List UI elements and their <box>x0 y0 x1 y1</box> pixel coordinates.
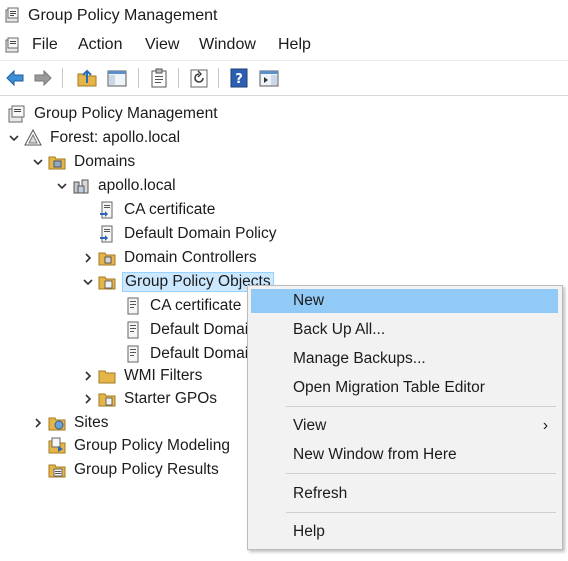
tree-label-gpo: CA certificate <box>150 297 242 314</box>
chevron-right-icon[interactable] <box>32 415 44 431</box>
wmi-filters-folder-icon <box>98 370 116 384</box>
tree-label-wmi-filters: WMI Filters <box>124 367 203 384</box>
menu-file[interactable]: File <box>32 36 58 54</box>
show-hide-console-tree-icon[interactable] <box>106 67 128 89</box>
tree-label-domains: Domains <box>74 153 136 170</box>
menu-action[interactable]: Action <box>78 36 122 54</box>
context-menu-separator <box>286 406 556 407</box>
context-menu-item-back-up-all[interactable]: Back Up All... <box>251 318 558 342</box>
toolbar-separator <box>62 68 63 88</box>
tree-label-root: Group Policy Management <box>34 105 218 122</box>
context-menu-label: Refresh <box>293 485 348 502</box>
gp-modeling-icon <box>48 437 66 454</box>
context-menu-item-view[interactable]: View › <box>251 414 558 438</box>
context-menu-label: Open Migration Table Editor <box>293 379 485 396</box>
toolbar-separator <box>178 68 179 88</box>
forward-icon[interactable] <box>32 67 54 89</box>
menu-view[interactable]: View <box>145 36 179 54</box>
tree-label-gp-results: Group Policy Results <box>74 461 219 478</box>
submenu-arrow-icon: › <box>542 417 548 434</box>
tree-label-starter-gpos: Starter GPOs <box>124 390 218 407</box>
gpo-link-icon <box>100 225 113 243</box>
chevron-down-icon[interactable] <box>56 178 68 194</box>
chevron-down-icon[interactable] <box>32 154 44 170</box>
context-menu-separator <box>286 473 556 474</box>
up-folder-icon[interactable] <box>76 67 98 89</box>
context-menu-item-help[interactable]: Help <box>251 520 558 544</box>
tree-label-forest: Forest: apollo.local <box>50 129 181 146</box>
back-icon[interactable] <box>4 67 26 89</box>
tree-label-gpo-link: Default Domain Policy <box>124 225 277 242</box>
action-pane-icon[interactable] <box>258 67 280 89</box>
chevron-right-icon[interactable] <box>82 250 94 266</box>
chevron-right-icon[interactable] <box>82 368 94 384</box>
gpo-icon <box>127 345 139 363</box>
menu-help[interactable]: Help <box>278 36 311 54</box>
properties-icon[interactable] <box>148 67 170 89</box>
help-icon[interactable]: ? <box>228 67 250 89</box>
svg-text:?: ? <box>235 72 243 87</box>
toolbar-separator <box>138 68 139 88</box>
chevron-down-icon[interactable] <box>82 274 94 290</box>
domains-folder-icon <box>48 156 66 170</box>
ou-folder-icon <box>98 252 116 266</box>
gpmc-app-icon <box>5 7 19 23</box>
gp-results-icon <box>48 464 66 478</box>
title-bar: Group Policy Management <box>0 0 568 32</box>
domain-icon <box>73 179 89 194</box>
tree-label-domain: apollo.local <box>98 177 176 194</box>
context-menu-label: Back Up All... <box>293 321 386 338</box>
tree-label-domain-controllers: Domain Controllers <box>124 249 257 266</box>
menu-bar: File Action View Window Help <box>0 32 568 58</box>
starter-gpos-folder-icon <box>98 393 116 407</box>
context-menu-item-manage-backups[interactable]: Manage Backups... <box>251 347 558 371</box>
context-menu-label: New <box>293 292 325 309</box>
forest-icon <box>24 129 42 146</box>
system-menu-icon[interactable] <box>5 37 21 53</box>
tree-label-gpo-link: CA certificate <box>124 201 216 218</box>
tree-label-gp-modeling: Group Policy Modeling <box>74 437 230 454</box>
gpo-icon <box>127 321 139 339</box>
context-menu-label: New Window from Here <box>293 446 457 463</box>
context-menu-label: Manage Backups... <box>293 350 426 367</box>
gpo-icon <box>127 297 139 315</box>
menu-window[interactable]: Window <box>199 36 256 54</box>
tree-label-sites: Sites <box>74 414 109 431</box>
toolbar: ? <box>0 60 568 96</box>
context-menu-item-refresh[interactable]: Refresh <box>251 482 558 506</box>
context-menu-item-open-migration-table-editor[interactable]: Open Migration Table Editor <box>251 376 558 400</box>
window-title: Group Policy Management <box>28 7 218 24</box>
refresh-icon[interactable] <box>188 67 210 89</box>
context-menu-item-new-window-from-here[interactable]: New Window from Here <box>251 443 558 467</box>
gpmc-icon <box>8 105 25 123</box>
context-menu-item-new[interactable]: New <box>251 289 558 313</box>
gpo-link-icon <box>100 201 113 219</box>
toolbar-separator <box>218 68 219 88</box>
sites-folder-icon <box>48 417 66 431</box>
context-menu-label: View <box>293 417 327 434</box>
context-menu: New Back Up All... Manage Backups... Ope… <box>247 285 563 550</box>
context-menu-separator <box>286 512 556 513</box>
chevron-right-icon[interactable] <box>82 391 94 407</box>
gpo-container-folder-icon <box>98 276 116 290</box>
chevron-down-icon[interactable] <box>8 130 20 146</box>
context-menu-label: Help <box>293 523 325 540</box>
